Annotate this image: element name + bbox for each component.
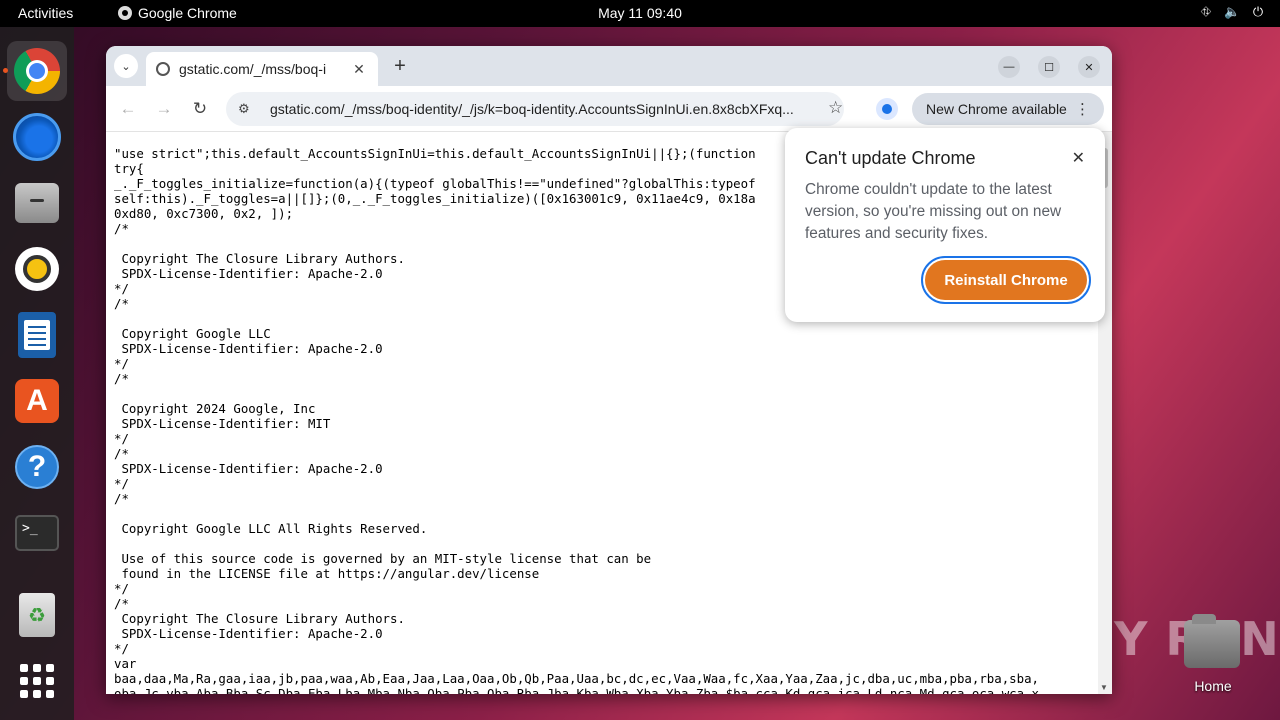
rhythmbox-icon (15, 247, 59, 291)
dock-item-show-apps[interactable] (7, 651, 67, 711)
source-line: baa,daa,Ma,Ra,gaa,iaa,jb,paa,waa,Ab,Eaa,… (114, 671, 1040, 686)
reload-button[interactable]: ↻ (188, 97, 212, 121)
source-line (114, 536, 1098, 551)
tab-title: gstatic.com/_/mss/boq-i (179, 61, 327, 77)
globe-icon (156, 62, 170, 76)
dock: A ? >_ ♻ (0, 27, 74, 720)
app-store-icon: A (15, 379, 59, 423)
tab-strip: ⌄ gstatic.com/_/mss/boq-i ✕ + — ☐ ✕ (106, 46, 1112, 86)
source-line: Copyright The Closure Library Authors. (114, 611, 405, 626)
bubble-body: Chrome couldn't update to the latest ver… (805, 181, 1062, 242)
dock-item-thunderbird[interactable] (7, 107, 67, 167)
forward-button[interactable]: → (152, 97, 176, 121)
dock-item-files[interactable] (7, 173, 67, 233)
source-line: SPDX-License-Identifier: Apache-2.0 (114, 461, 383, 476)
chevron-down-icon: ⌄ (121, 60, 131, 73)
source-line: SPDX-License-Identifier: MIT (114, 416, 331, 431)
files-icon (15, 183, 59, 223)
dock-item-trash[interactable]: ♻ (7, 585, 67, 645)
home-folder-icon[interactable] (1184, 614, 1240, 668)
maximize-icon: ☐ (1044, 61, 1054, 74)
source-line: Copyright Google LLC All Rights Reserved… (114, 521, 428, 536)
url-text: gstatic.com/_/mss/boq-identity/_/js/k=bo… (270, 101, 794, 117)
dock-item-help[interactable]: ? (7, 437, 67, 497)
dock-item-terminal[interactable]: >_ (7, 503, 67, 563)
update-error-bubble: Can't update Chrome ✕ Chrome couldn't up… (785, 128, 1105, 322)
dock-item-chrome[interactable] (3, 41, 67, 101)
tab-close-icon[interactable]: ✕ (350, 61, 368, 78)
source-line: /* (114, 596, 129, 611)
arrow-right-icon: → (155, 99, 173, 118)
trash-icon: ♻ (19, 593, 55, 637)
address-bar[interactable]: ⚙ gstatic.com/_/mss/boq-identity/_/js/k=… (226, 92, 844, 126)
toolbar: ← → ↻ ⚙ gstatic.com/_/mss/boq-identity/_… (106, 86, 1112, 132)
source-line: oba,Jc,vba,Aba,Bba,Sc,Dba,Eba,Lba,Mba,Nb… (114, 686, 1040, 694)
source-line: */ (114, 476, 129, 491)
volume-icon: 🔈 (1224, 4, 1241, 19)
new-tab-button[interactable]: + (388, 54, 412, 78)
maximize-button[interactable]: ☐ (1038, 56, 1060, 78)
dock-item-app-center[interactable]: A (7, 371, 67, 431)
source-line: */ (114, 356, 129, 371)
source-line (114, 386, 1098, 401)
running-indicator (3, 68, 8, 73)
home-folder-label[interactable]: Home (1180, 678, 1246, 694)
network-icon: ⛗ (1200, 4, 1212, 19)
tab-active[interactable]: gstatic.com/_/mss/boq-i ✕ (146, 52, 378, 86)
source-line: /* (114, 446, 129, 461)
source-line: var (114, 656, 137, 671)
bubble-close-icon[interactable]: ✕ (1072, 148, 1085, 168)
plus-icon: + (394, 55, 406, 77)
source-line: /* (114, 491, 129, 506)
source-line (114, 506, 1098, 521)
source-line: /* (114, 371, 129, 386)
source-line: Use of this source code is governed by a… (114, 551, 652, 566)
source-line: */ (114, 581, 129, 596)
close-icon: ✕ (1084, 61, 1094, 74)
reload-icon: ↻ (192, 99, 208, 118)
tab-search-button[interactable]: ⌄ (114, 54, 138, 78)
scroll-down-arrow-icon[interactable]: ▼ (1100, 683, 1108, 692)
chrome-app-icon (118, 6, 132, 20)
power-icon: ⏻ (1252, 4, 1264, 19)
source-line: SPDX-License-Identifier: Apache-2.0 (114, 341, 383, 356)
top-bar: Activities Google Chrome May 11 09:40 ⛗ … (0, 0, 1280, 27)
close-window-button[interactable]: ✕ (1078, 56, 1100, 78)
source-line: found in the LICENSE file at https://ang… (114, 566, 540, 581)
source-line: SPDX-License-Identifier: Apache-2.0 (114, 626, 383, 641)
writer-icon (18, 312, 56, 358)
source-line: */ (114, 431, 129, 446)
activities-button[interactable]: Activities (18, 5, 73, 21)
dock-item-rhythmbox[interactable] (7, 239, 67, 299)
back-button[interactable]: ← (116, 97, 140, 121)
dock-item-writer[interactable] (7, 305, 67, 365)
chrome-icon (14, 48, 60, 94)
app-menu[interactable]: Google Chrome (118, 5, 237, 21)
thunderbird-icon (13, 113, 61, 161)
reinstall-chrome-button[interactable]: Reinstall Chrome (921, 256, 1091, 304)
system-tray[interactable]: ⛗ 🔈 ⏻ (1198, 4, 1266, 20)
app-grid-icon (20, 664, 54, 698)
new-chrome-available-button[interactable]: New Chrome available ⋮ (912, 93, 1104, 125)
minimize-button[interactable]: — (998, 56, 1020, 78)
update-button-label: New Chrome available (926, 101, 1067, 117)
source-line: Copyright 2024 Google, Inc (114, 401, 316, 416)
source-line: */ (114, 641, 129, 656)
kebab-menu-icon: ⋮ (1075, 101, 1090, 118)
minimize-icon: — (1003, 61, 1015, 73)
bubble-title: Can't update Chrome (805, 148, 976, 168)
bookmark-star-icon[interactable]: ☆ (828, 98, 843, 118)
source-line: Copyright Google LLC (114, 326, 271, 341)
clock[interactable]: May 11 09:40 (598, 5, 682, 21)
help-icon: ? (15, 445, 59, 489)
site-info-icon[interactable]: ⚙ (238, 101, 256, 117)
profile-avatar-icon[interactable] (876, 98, 898, 120)
terminal-icon: >_ (15, 515, 59, 551)
arrow-left-icon: ← (119, 99, 137, 118)
app-menu-label: Google Chrome (138, 5, 237, 21)
